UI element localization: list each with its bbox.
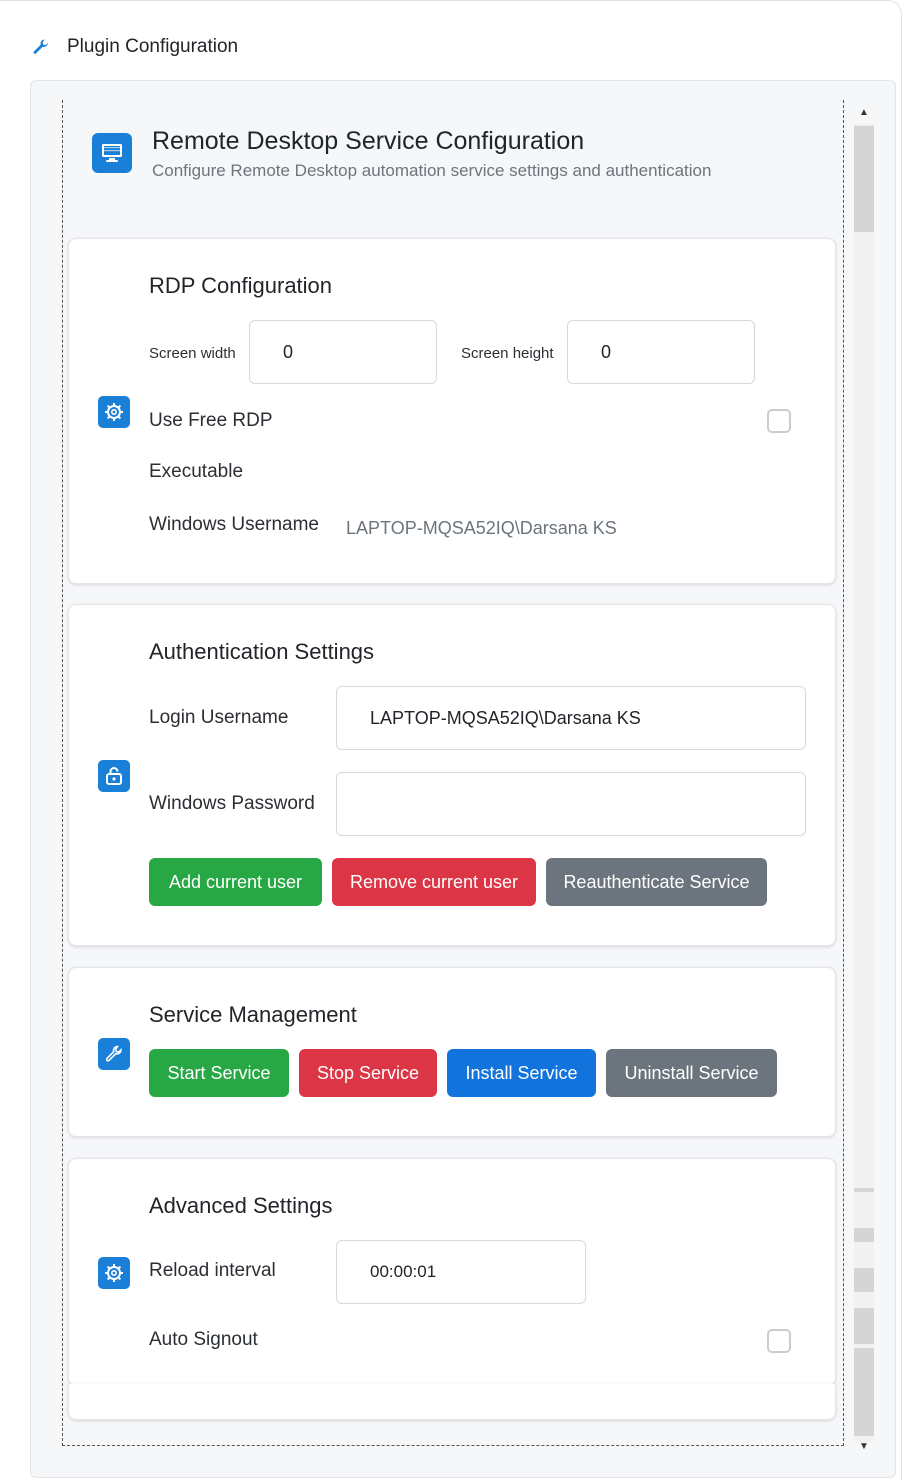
plugin-header: Plugin Configuration xyxy=(32,32,238,62)
windows-password-input[interactable] xyxy=(336,772,806,836)
service-title: Remote Desktop Service Configuration xyxy=(152,127,585,155)
wrench-icon xyxy=(98,1038,130,1070)
service-subtitle: Configure Remote Desktop automation serv… xyxy=(152,161,712,180)
next-card-partial xyxy=(68,1384,836,1420)
rdp-config-title: RDP Configuration xyxy=(149,273,333,298)
plugin-title: Plugin Configuration xyxy=(67,36,239,57)
reload-interval-label: Reload interval xyxy=(149,1260,276,1281)
reauthenticate-service-button[interactable]: Reauthenticate Service xyxy=(546,858,767,906)
scrollbar-track[interactable] xyxy=(854,124,874,1442)
start-service-button[interactable]: Start Service xyxy=(149,1049,289,1097)
service-header: Remote Desktop Service Configuration Con… xyxy=(92,128,711,181)
scroll-down-arrow[interactable]: ▼ xyxy=(852,1436,876,1456)
stop-service-button[interactable]: Stop Service xyxy=(299,1049,437,1097)
auto-signout-label: Auto Signout xyxy=(149,1329,258,1350)
advanced-settings-card: Advanced Settings Reload interval 00:00:… xyxy=(68,1158,836,1386)
install-service-button[interactable]: Install Service xyxy=(447,1049,596,1097)
gear-icon xyxy=(98,1257,130,1289)
scrollbar-marker xyxy=(854,1228,874,1242)
windows-username-label: Windows Username xyxy=(149,514,319,535)
advanced-settings-title: Advanced Settings xyxy=(149,1193,333,1218)
remove-current-user-button[interactable]: Remove current user xyxy=(332,858,536,906)
service-management-title: Service Management xyxy=(149,1002,357,1027)
service-management-card: Service Management Start Service Stop Se… xyxy=(68,967,836,1137)
auto-signout-checkbox[interactable] xyxy=(767,1329,791,1353)
scrollbar-marker xyxy=(854,1308,874,1344)
add-current-user-button[interactable]: Add current user xyxy=(149,858,322,906)
windows-username-value: LAPTOP-MQSA52IQ\Darsana KS xyxy=(346,518,617,538)
login-username-label: Login Username xyxy=(149,707,289,728)
uninstall-service-button[interactable]: Uninstall Service xyxy=(606,1049,777,1097)
login-username-input[interactable]: LAPTOP-MQSA52IQ\Darsana KS xyxy=(336,686,806,750)
auth-settings-title: Authentication Settings xyxy=(149,639,375,664)
auth-settings-card: Authentication Settings Login Username L… xyxy=(68,604,836,946)
screen-width-label: Screen width xyxy=(149,345,236,362)
scrollbar-thumb[interactable] xyxy=(854,126,874,232)
rdp-config-card: RDP Configuration Screen width 0 Screen … xyxy=(68,238,836,584)
scroll-up-arrow[interactable]: ▲ xyxy=(852,102,876,122)
screen-height-label: Screen height xyxy=(461,345,554,362)
scrollbar-marker xyxy=(854,1348,874,1436)
scrollbar-marker xyxy=(854,1268,874,1292)
gear-icon xyxy=(98,396,130,428)
vertical-scrollbar[interactable]: ▲ ▼ xyxy=(852,100,876,1456)
scrollbar-marker xyxy=(854,1188,874,1192)
monitor-icon xyxy=(92,133,132,173)
lock-icon xyxy=(98,760,130,792)
screen-width-input[interactable]: 0 xyxy=(249,320,437,384)
executable-label: Executable xyxy=(149,461,244,482)
use-free-rdp-checkbox[interactable] xyxy=(767,409,791,433)
reload-interval-input[interactable]: 00:00:01 xyxy=(336,1240,586,1304)
use-free-rdp-label: Use Free RDP xyxy=(149,410,273,431)
wrench-icon xyxy=(32,38,50,56)
screen-height-input[interactable]: 0 xyxy=(567,320,755,384)
windows-password-label: Windows Password xyxy=(149,793,315,814)
